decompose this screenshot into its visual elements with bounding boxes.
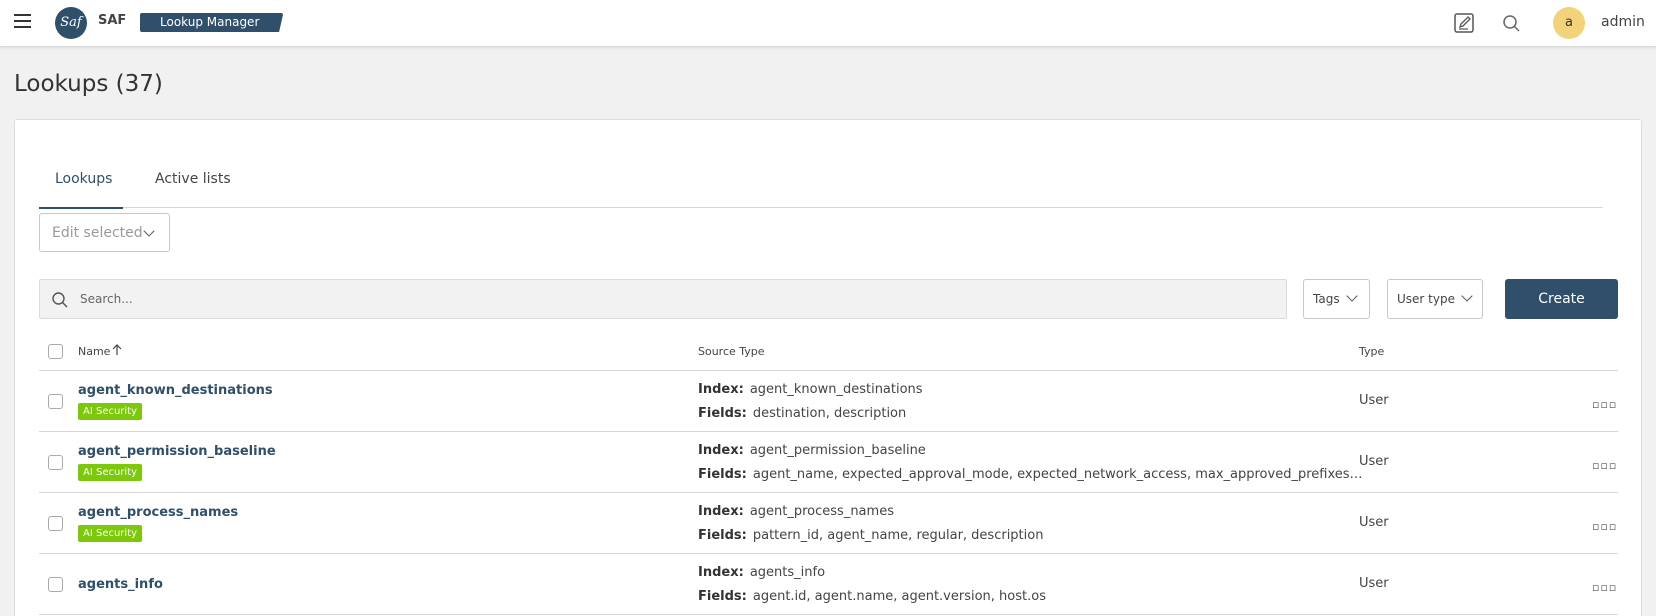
source-fields: Fields: agent.id, agent.name, agent.versi… bbox=[698, 589, 1363, 604]
table-row[interactable]: agent_process_names AI Security Index: ag… bbox=[39, 494, 1618, 554]
edit-note-icon[interactable] bbox=[1453, 12, 1475, 34]
tab-active-lists[interactable]: Active lists bbox=[155, 156, 241, 208]
index-label: Index: bbox=[698, 443, 744, 458]
tag-badge: AI Security bbox=[78, 525, 143, 542]
source-index: Index: agents_info bbox=[698, 565, 1363, 580]
chevron-down-icon bbox=[1461, 290, 1473, 302]
lookup-name-link[interactable]: agent_process_names bbox=[78, 505, 238, 520]
table-header: Name Source Type Type bbox=[39, 332, 1618, 371]
user-type-filter-label: User type bbox=[1397, 292, 1455, 306]
tag-badge: AI Security bbox=[78, 464, 143, 481]
more-options-icon[interactable]: ▫▫▫ bbox=[1592, 521, 1617, 532]
fields-label: Fields: bbox=[698, 406, 747, 421]
username-label[interactable]: admin bbox=[1601, 14, 1645, 30]
row-type: User bbox=[1359, 393, 1389, 408]
column-header-type: Type bbox=[1359, 345, 1385, 358]
table-row[interactable]: agent_known_destinations AI Security Ind… bbox=[39, 372, 1618, 432]
index-value: agent_process_names bbox=[749, 504, 894, 519]
fields-label: Fields: bbox=[698, 528, 747, 543]
user-avatar[interactable]: a bbox=[1553, 7, 1585, 39]
hamburger-menu-icon[interactable] bbox=[14, 14, 31, 28]
table-row[interactable]: agents_info Index: agents_info Fields: age… bbox=[39, 555, 1618, 615]
chevron-down-icon bbox=[143, 225, 155, 237]
row-checkbox[interactable] bbox=[48, 455, 63, 470]
column-header-name[interactable]: Name bbox=[78, 345, 110, 358]
saf-logo[interactable]: Saf bbox=[55, 7, 87, 39]
tab-bar: Lookups Active lists bbox=[39, 156, 1603, 209]
user-type-filter-dropdown[interactable]: User type bbox=[1387, 279, 1483, 319]
lookup-name-link[interactable]: agent_known_destinations bbox=[78, 383, 273, 398]
more-options-icon[interactable]: ▫▫▫ bbox=[1592, 582, 1617, 593]
table-row[interactable]: agent_permission_baseline AI Security In… bbox=[39, 433, 1618, 493]
row-type: User bbox=[1359, 454, 1389, 469]
fields-label: Fields: bbox=[698, 467, 747, 482]
row-type: User bbox=[1359, 576, 1389, 591]
fields-value: agent.id, agent.name, agent.version, hos… bbox=[752, 589, 1046, 604]
source-fields: Fields: destination, description bbox=[698, 406, 1363, 421]
edit-selected-dropdown[interactable]: Edit selected bbox=[39, 213, 170, 252]
chevron-down-icon bbox=[1346, 290, 1358, 302]
source-index: Index: agent_process_names bbox=[698, 504, 1363, 519]
lookups-card: Lookups Active lists Edit selected Tags … bbox=[14, 119, 1642, 616]
tab-lookups[interactable]: Lookups bbox=[39, 156, 123, 209]
search-input[interactable] bbox=[80, 288, 1270, 310]
tags-filter-label: Tags bbox=[1313, 292, 1340, 306]
tag-badge: AI Security bbox=[78, 403, 143, 420]
index-value: agent_permission_baseline bbox=[749, 443, 926, 458]
index-label: Index: bbox=[698, 565, 744, 580]
edit-selected-label: Edit selected bbox=[52, 225, 143, 241]
lookup-name-link[interactable]: agent_permission_baseline bbox=[78, 444, 276, 459]
index-label: Index: bbox=[698, 504, 744, 519]
top-navigation-bar: Saf SAF Lookup Manager a admin bbox=[0, 0, 1656, 47]
row-checkbox[interactable] bbox=[48, 516, 63, 531]
fields-value: agent_name, expected_approval_mode, expe… bbox=[752, 467, 1363, 482]
search-field[interactable] bbox=[39, 279, 1287, 319]
more-options-icon[interactable]: ▫▫▫ bbox=[1592, 460, 1617, 471]
row-type: User bbox=[1359, 515, 1389, 530]
page-title: Lookups (37) bbox=[14, 71, 163, 97]
source-fields: Fields: agent_name, expected_approval_mod… bbox=[698, 467, 1363, 482]
app-name-badge[interactable]: Lookup Manager bbox=[140, 13, 284, 32]
select-all-checkbox[interactable] bbox=[48, 344, 63, 359]
index-value: agents_info bbox=[749, 565, 826, 580]
row-checkbox[interactable] bbox=[48, 577, 63, 592]
source-index: Index: agent_permission_baseline bbox=[698, 443, 1363, 458]
brand-name: SAF bbox=[98, 13, 127, 28]
column-header-source-type: Source Type bbox=[698, 345, 765, 358]
source-index: Index: agent_known_destinations bbox=[698, 382, 1363, 397]
index-value: agent_known_destinations bbox=[749, 382, 923, 397]
more-options-icon[interactable]: ▫▫▫ bbox=[1592, 399, 1617, 410]
row-checkbox[interactable] bbox=[48, 394, 63, 409]
sort-ascending-icon[interactable] bbox=[112, 344, 122, 356]
fields-label: Fields: bbox=[698, 589, 747, 604]
fields-value: destination, description bbox=[752, 406, 907, 421]
search-icon[interactable] bbox=[1501, 13, 1523, 35]
search-icon bbox=[52, 292, 68, 308]
create-button[interactable]: Create bbox=[1505, 279, 1618, 319]
lookup-name-link[interactable]: agents_info bbox=[78, 577, 163, 592]
tags-filter-dropdown[interactable]: Tags bbox=[1303, 279, 1370, 319]
fields-value: pattern_id, agent_name, regular, descrip… bbox=[752, 528, 1044, 543]
source-fields: Fields: pattern_id, agent_name, regular, … bbox=[698, 528, 1363, 543]
index-label: Index: bbox=[698, 382, 744, 397]
